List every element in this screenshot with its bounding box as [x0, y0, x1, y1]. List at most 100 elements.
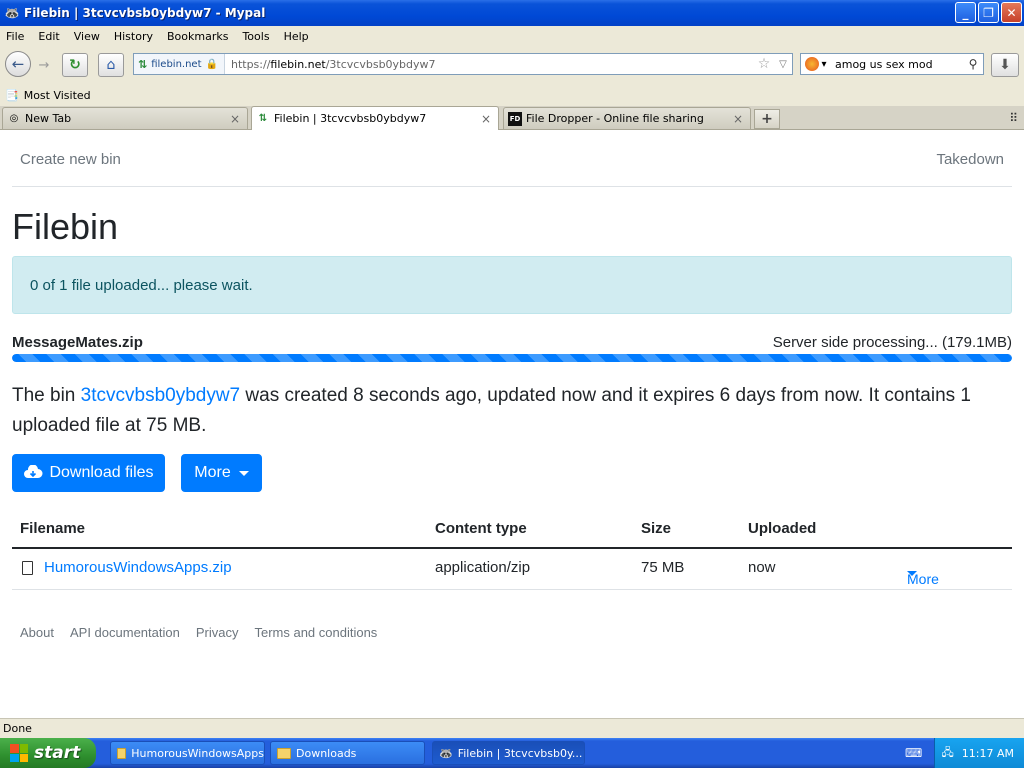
menu-file[interactable]: File [6, 30, 24, 43]
header-uploaded: Uploaded [748, 520, 817, 537]
arrow-right-icon: → [38, 57, 50, 73]
maximize-button[interactable]: ❐ [978, 2, 999, 23]
bin-info-prefix: The bin [12, 385, 81, 406]
search-engine-selector[interactable]: ▾ [801, 57, 831, 71]
filename-cell: HumorousWindowsApps.zip [44, 559, 232, 576]
table-header: Filename Content type Size Uploaded [12, 510, 1012, 549]
task-label: HumorousWindowsApps [131, 746, 264, 760]
reload-button[interactable]: ↻ [62, 53, 88, 77]
download-files-label: Download files [49, 464, 154, 481]
home-button[interactable]: ⌂ [98, 53, 124, 77]
footer-api-documentation-link[interactable]: API documentation [70, 625, 180, 640]
most-visited-icon: 📑 [5, 88, 19, 102]
file-dropper-favicon: FD [508, 111, 522, 126]
uploaded-cell: now [748, 559, 776, 576]
upload-progress-bar [12, 354, 1012, 362]
more-dropdown-button[interactable]: More [181, 454, 262, 492]
bin-info: The bin 3tcvcvbsb0ybdyw7 was created 8 s… [12, 381, 1012, 441]
takedown-link[interactable]: Takedown [936, 151, 1004, 168]
site-identity-label: filebin.net [151, 58, 202, 70]
menu-history[interactable]: History [114, 30, 153, 43]
menu-help[interactable]: Help [284, 30, 309, 43]
folder-icon [277, 747, 291, 759]
page-content: Create new bin Takedown Filebin 0 of 1 f… [0, 130, 1024, 718]
menu-tools[interactable]: Tools [242, 30, 269, 43]
keyboard-icon[interactable]: ⌨ [905, 746, 922, 760]
menu-view[interactable]: View [74, 30, 100, 43]
page-footer: About API documentation Privacy Terms an… [20, 625, 377, 640]
tab-close-icon[interactable]: × [732, 112, 744, 126]
tab-strip: ◎ New Tab × ⇅ Filebin | 3tcvcvbsb0ybdyw7… [0, 106, 1024, 130]
tab-filebin[interactable]: ⇅ Filebin | 3tcvcvbsb0ybdyw7 × [251, 106, 499, 130]
upload-status: Server side processing... (179.1MB) [772, 334, 1012, 351]
tab-file-dropper[interactable]: FD File Dropper - Online file sharing × [503, 107, 751, 129]
url-bar[interactable]: ⇅ filebin.net 🔒 https://filebin.net/3tcv… [133, 53, 793, 75]
windows-flag-icon [10, 744, 28, 762]
footer-terms-link[interactable]: Terms and conditions [254, 625, 377, 640]
more-label: More [194, 464, 231, 481]
url-dropdown-icon[interactable]: ▽ [774, 59, 792, 70]
network-icon[interactable]: 🖧 [942, 744, 954, 763]
globe-icon: ◎ [9, 113, 19, 124]
header-content-type: Content type [435, 520, 527, 537]
window-title: Filebin | 3tcvcvbsb0ybdyw7 - Mypal [24, 6, 266, 20]
bookmark-star-icon[interactable]: ☆ [754, 56, 774, 72]
create-new-bin-link[interactable]: Create new bin [20, 151, 121, 168]
tab-close-icon[interactable]: × [229, 112, 241, 126]
file-icon [22, 561, 33, 575]
tab-label: Filebin | 3tcvcvbsb0ybdyw7 [274, 112, 427, 125]
mypal-app-icon: 🦝 [4, 6, 20, 20]
bin-id-link[interactable]: 3tcvcvbsb0ybdyw7 [81, 385, 240, 406]
url-prefix: https:// [230, 57, 271, 71]
taskbar: start HumorousWindowsApps Downloads 🦝 Fi… [0, 738, 1024, 768]
title-bar: 🦝 Filebin | 3tcvcvbsb0ybdyw7 - Mypal _ ❐… [0, 0, 1024, 26]
new-tab-button[interactable]: + [754, 109, 780, 129]
size-cell: 75 MB [641, 559, 685, 576]
downloads-button[interactable]: ⬇ [991, 53, 1019, 77]
footer-about-link[interactable]: About [20, 625, 54, 640]
menu-edit[interactable]: Edit [38, 30, 59, 43]
search-icon[interactable]: ⚲ [963, 57, 983, 71]
taskbar-item-humorouswindowsapps[interactable]: HumorousWindowsApps [110, 741, 265, 765]
download-files-button[interactable]: Download files [12, 454, 165, 492]
tab-list-icon[interactable]: ⠿ [1009, 111, 1018, 125]
uploading-filename: MessageMates.zip [12, 334, 143, 351]
cloud-download-icon [24, 465, 43, 478]
arrow-left-icon: ← [11, 55, 25, 73]
clock: 11:17 AM [961, 746, 1014, 760]
bookmarks-toolbar: 📑 Most Visited [0, 84, 1024, 106]
files-table: Filename Content type Size Uploaded Humo… [12, 510, 1012, 590]
tab-new-tab[interactable]: ◎ New Tab × [2, 107, 248, 129]
minimize-button[interactable]: _ [955, 2, 976, 23]
system-tray: 🖧 11:17 AM [934, 738, 1024, 768]
download-arrow-icon: ⬇ [999, 57, 1011, 73]
search-input[interactable]: amog us sex mod [831, 58, 963, 71]
chevron-down-icon: ▾ [821, 58, 827, 70]
caret-down-icon [238, 470, 249, 476]
plus-icon: + [761, 111, 773, 127]
footer-privacy-link[interactable]: Privacy [196, 625, 239, 640]
tab-close-icon[interactable]: × [480, 112, 492, 126]
home-icon: ⌂ [106, 57, 116, 73]
duckduckgo-icon [805, 57, 820, 71]
bookmark-most-visited[interactable]: Most Visited [24, 89, 91, 102]
forward-button[interactable]: → [34, 55, 54, 75]
start-button[interactable]: start [0, 738, 96, 768]
taskbar-item-filebin[interactable]: 🦝 Filebin | 3tcvcvbsb0y... [432, 741, 585, 765]
status-bar: Done [0, 718, 1024, 738]
filebin-favicon: ⇅ [138, 57, 148, 71]
search-bar[interactable]: ▾ amog us sex mod ⚲ [800, 53, 984, 75]
site-identity-button[interactable]: ⇅ filebin.net 🔒 [134, 54, 225, 74]
back-button[interactable]: ← [5, 51, 31, 77]
filename-link[interactable]: HumorousWindowsApps.zip [44, 559, 232, 576]
url-text[interactable]: https://filebin.net/3tcvcvbsb0ybdyw7 [225, 58, 754, 71]
close-button[interactable]: ✕ [1001, 2, 1022, 23]
url-path: /3tcvcvbsb0ybdyw7 [325, 57, 436, 71]
tab-label: File Dropper - Online file sharing [526, 112, 704, 125]
url-host: filebin.net [270, 57, 326, 71]
menu-bookmarks[interactable]: Bookmarks [167, 30, 228, 43]
reload-icon: ↻ [69, 57, 81, 73]
header-size: Size [641, 520, 672, 537]
folder-icon [117, 747, 127, 759]
taskbar-item-downloads[interactable]: Downloads [270, 741, 425, 765]
